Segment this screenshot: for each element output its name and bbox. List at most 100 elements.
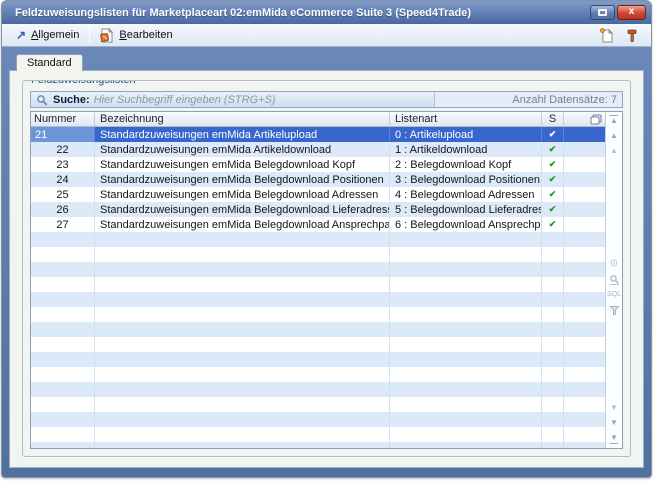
cell-listenart: 1 : Artikeldownload bbox=[390, 142, 542, 157]
column-header-s[interactable]: S bbox=[542, 112, 564, 126]
allgemein-label: Allgemein bbox=[31, 29, 79, 41]
empty-row bbox=[31, 232, 605, 247]
check-icon: ✔ bbox=[549, 130, 557, 139]
cell-bezeichnung: Standardzuweisungen emMida Artikelupload bbox=[95, 127, 390, 142]
record-count: Anzahl Datensätze: 7 bbox=[434, 92, 622, 107]
cell-listenart: 5 : Belegdownload Lieferadressen bbox=[390, 202, 542, 217]
window-controls: x bbox=[590, 5, 646, 20]
scroll-up-icon[interactable]: ▲ bbox=[610, 132, 618, 140]
cell-nummer: 24 bbox=[31, 172, 95, 187]
cell-nummer: 22 bbox=[31, 142, 95, 157]
empty-row bbox=[31, 382, 605, 397]
empty-row bbox=[31, 427, 605, 442]
cell-bezeichnung: Standardzuweisungen emMida Artikeldownlo… bbox=[95, 142, 390, 157]
tab-strip: Standard bbox=[9, 54, 644, 70]
grid-table: Nummer Bezeichnung Listenart S 21 bbox=[31, 112, 605, 448]
cell-listenart: 6 : Belegdownload Ansprechpartner bbox=[390, 217, 542, 232]
tab-standard[interactable]: Standard bbox=[16, 54, 83, 71]
empty-row bbox=[31, 412, 605, 427]
empty-row bbox=[31, 262, 605, 277]
column-chooser-icon[interactable] bbox=[590, 114, 602, 125]
empty-row bbox=[31, 292, 605, 307]
cell-bezeichnung: Standardzuweisungen emMida Belegdownload… bbox=[95, 157, 390, 172]
empty-row bbox=[31, 367, 605, 382]
column-header-bezeichnung[interactable]: Bezeichnung bbox=[95, 112, 390, 126]
cell-bezeichnung: Standardzuweisungen emMida Belegdownload… bbox=[95, 217, 390, 232]
search-label: Suche: bbox=[53, 94, 90, 106]
cell-nummer: 25 bbox=[31, 187, 95, 202]
cell-nummer: 27 bbox=[31, 217, 95, 232]
scroll-up-page-icon[interactable]: ▲ bbox=[610, 147, 618, 155]
north-east-arrow-icon: ↗ bbox=[16, 30, 26, 40]
groupbox-label: Feldzuweisungslisten bbox=[28, 80, 139, 86]
cell-listenart: 4 : Belegdownload Adressen bbox=[390, 187, 542, 202]
empty-row bbox=[31, 247, 605, 262]
table-row[interactable]: 25 Standardzuweisungen emMida Belegdownl… bbox=[31, 187, 605, 202]
grid-header-row: Nummer Bezeichnung Listenart S bbox=[31, 112, 605, 127]
check-icon: ✔ bbox=[549, 145, 557, 154]
new-document-icon[interactable] bbox=[600, 28, 614, 43]
maximize-button[interactable] bbox=[590, 5, 615, 20]
bearbeiten-label: Bearbeiten bbox=[119, 29, 172, 41]
cell-bezeichnung: Standardzuweisungen emMida Belegdownload… bbox=[95, 172, 390, 187]
titlebar[interactable]: Feldzuweisungslisten für Marketplaceart … bbox=[2, 1, 651, 24]
check-icon: ✔ bbox=[549, 160, 557, 169]
content-panel: Feldzuweisungslisten Suche: Anzahl Daten… bbox=[9, 70, 644, 468]
empty-row bbox=[31, 337, 605, 352]
check-icon: ✔ bbox=[549, 175, 557, 184]
hammer-icon[interactable] bbox=[625, 28, 639, 43]
column-header-nummer[interactable]: Nummer bbox=[31, 112, 95, 126]
cell-listenart: 3 : Belegdownload Positionen bbox=[390, 172, 542, 187]
allgemein-button[interactable]: ↗ Allgemein bbox=[11, 27, 84, 43]
empty-row bbox=[31, 277, 605, 292]
toolbar: ↗ Allgemein Bearbeiten bbox=[2, 24, 651, 47]
table-row[interactable]: 22 Standardzuweisungen emMida Artikeldow… bbox=[31, 142, 605, 157]
empty-row bbox=[31, 442, 605, 448]
table-row[interactable]: 24 Standardzuweisungen emMida Belegdownl… bbox=[31, 172, 605, 187]
cell-listenart: 2 : Belegdownload Kopf bbox=[390, 157, 542, 172]
cell-nummer: 26 bbox=[31, 202, 95, 217]
search-icon bbox=[36, 94, 48, 106]
close-button[interactable]: x bbox=[617, 5, 646, 20]
zoom-icon[interactable] bbox=[609, 274, 620, 285]
scroll-to-bottom-icon[interactable]: ▼ bbox=[610, 434, 618, 444]
toolbar-separator bbox=[89, 27, 90, 43]
table-row[interactable]: 23 Standardzuweisungen emMida Belegdownl… bbox=[31, 157, 605, 172]
maximize-icon bbox=[598, 9, 607, 16]
sql-icon[interactable]: SQL bbox=[607, 291, 621, 299]
grid-side-strip: ▲ ▲ ▲ (|) SQL bbox=[605, 112, 622, 448]
window-title: Feldzuweisungslisten für Marketplaceart … bbox=[15, 7, 590, 19]
empty-row bbox=[31, 352, 605, 367]
grid-tools-group: (|) SQL bbox=[606, 260, 622, 316]
search-input[interactable] bbox=[94, 93, 434, 106]
table-row[interactable]: 26 Standardzuweisungen emMida Belegdownl… bbox=[31, 202, 605, 217]
cell-nummer: 23 bbox=[31, 157, 95, 172]
check-icon: ✔ bbox=[549, 220, 557, 229]
app-window: Feldzuweisungslisten für Marketplaceart … bbox=[1, 0, 652, 478]
table-row[interactable]: 27 Standardzuweisungen emMida Belegdownl… bbox=[31, 217, 605, 232]
scroll-to-top-icon[interactable]: ▲ bbox=[610, 115, 618, 125]
toolbar-right-group bbox=[600, 28, 642, 43]
check-icon: ✔ bbox=[549, 205, 557, 214]
table-row[interactable]: 21 Standardzuweisungen emMida Artikelupl… bbox=[31, 127, 605, 142]
column-width-icon[interactable]: (|) bbox=[611, 260, 617, 268]
filter-icon[interactable] bbox=[609, 305, 620, 316]
empty-row bbox=[31, 322, 605, 337]
empty-row bbox=[31, 307, 605, 322]
cell-listenart: 0 : Artikelupload bbox=[390, 127, 542, 142]
search-bar: Suche: Anzahl Datensätze: 7 bbox=[30, 91, 623, 108]
empty-row bbox=[31, 397, 605, 412]
scroll-down-icon[interactable]: ▼ bbox=[610, 419, 618, 427]
scroll-down-group: ▼ ▼ ▼ bbox=[606, 404, 622, 444]
bearbeiten-button[interactable]: Bearbeiten bbox=[95, 26, 177, 45]
edit-document-icon bbox=[100, 28, 114, 43]
feldzuweisungslisten-groupbox: Feldzuweisungslisten Suche: Anzahl Daten… bbox=[22, 80, 631, 457]
scroll-down-page-icon[interactable]: ▼ bbox=[610, 404, 618, 412]
data-grid: Nummer Bezeichnung Listenart S 21 bbox=[30, 111, 623, 449]
cell-bezeichnung: Standardzuweisungen emMida Belegdownload… bbox=[95, 187, 390, 202]
cell-bezeichnung: Standardzuweisungen emMida Belegdownload… bbox=[95, 202, 390, 217]
cell-nummer: 21 bbox=[31, 127, 95, 142]
check-icon: ✔ bbox=[549, 190, 557, 199]
column-header-listenart[interactable]: Listenart bbox=[390, 112, 542, 126]
scroll-up-group: ▲ ▲ ▲ bbox=[606, 115, 622, 155]
